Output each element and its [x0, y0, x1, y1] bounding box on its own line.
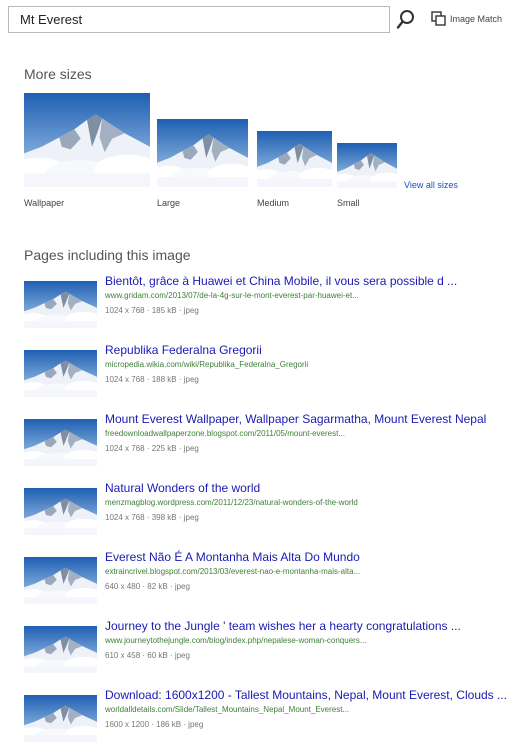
result-url: menzmagblog.wordpress.com/2011/12/23/nat…	[105, 498, 358, 507]
result-title[interactable]: Journey to the Jungle ' team wishes her …	[105, 619, 461, 633]
result-url: worldalldetails.com/Slide/Tallest_Mounta…	[105, 705, 350, 714]
image-match-label: Image Match	[450, 14, 503, 24]
search-icon[interactable]	[395, 8, 417, 30]
result-thumbnail[interactable]	[24, 626, 97, 673]
view-all-sizes-link[interactable]: View all sizes	[404, 180, 458, 190]
image-match-button[interactable]: Image Match	[431, 11, 502, 27]
result-thumbnail[interactable]	[24, 350, 97, 397]
result-meta: 610 x 458 · 60 kB · jpeg	[105, 651, 190, 660]
result-item: Everest Não É A Montanha Mais Alta Do Mu…	[24, 550, 509, 608]
result-item: Journey to the Jungle ' team wishes her …	[24, 619, 509, 677]
wallpaper-label: Wallpaper	[24, 198, 65, 208]
result-item: Mount Everest Wallpaper, Wallpaper Sagar…	[24, 412, 509, 470]
result-item: Republika Federalna Gregorii micropedia.…	[24, 343, 509, 401]
result-thumbnail[interactable]	[24, 488, 97, 535]
result-url: micropedia.wikia.com/wiki/Republika_Fede…	[105, 360, 309, 369]
medium-thumbnail[interactable]	[257, 131, 332, 187]
small-thumbnail[interactable]	[337, 143, 397, 188]
image-match-icon	[431, 11, 447, 27]
pages-title: Pages including this image	[24, 247, 191, 263]
result-title[interactable]: Mount Everest Wallpaper, Wallpaper Sagar…	[105, 412, 486, 426]
result-url: freedownloadwallpaperzone.blogspot.com/2…	[105, 429, 345, 438]
search-input[interactable]	[9, 7, 389, 32]
result-url: www.journeytothejungle.com/blog/index.ph…	[105, 636, 367, 645]
result-meta: 1600 x 1200 · 186 kB · jpeg	[105, 720, 204, 729]
result-title[interactable]: Everest Não É A Montanha Mais Alta Do Mu…	[105, 550, 360, 564]
result-meta: 1024 x 768 · 225 kB · jpeg	[105, 444, 199, 453]
large-label: Large	[157, 198, 181, 208]
large-thumbnail[interactable]	[157, 119, 248, 187]
result-title[interactable]: Natural Wonders of the world	[105, 481, 260, 495]
result-item: Download: 1600x1200 - Tallest Mountains,…	[24, 688, 509, 746]
more-sizes-title: More sizes	[24, 66, 92, 82]
small-label: Small	[337, 198, 360, 208]
result-item: Bientôt, grâce à Huawei et China Mobile,…	[24, 274, 509, 332]
result-meta: 1024 x 768 · 398 kB · jpeg	[105, 513, 199, 522]
result-item: Natural Wonders of the world menzmagblog…	[24, 481, 509, 539]
result-url: extraincrivel.blogspot.com/2013/03/evere…	[105, 567, 361, 576]
medium-label: Medium	[257, 198, 290, 208]
result-meta: 1024 x 768 · 185 kB · jpeg	[105, 306, 199, 315]
result-title[interactable]: Bientôt, grâce à Huawei et China Mobile,…	[105, 274, 457, 288]
result-thumbnail[interactable]	[24, 695, 97, 742]
result-thumbnail[interactable]	[24, 557, 97, 604]
result-url: www.gridam.com/2013/07/de-la-4g-sur-le-m…	[105, 291, 359, 300]
search-box[interactable]	[8, 6, 390, 33]
result-thumbnail[interactable]	[24, 281, 97, 328]
result-meta: 1024 x 768 · 188 kB · jpeg	[105, 375, 199, 384]
result-meta: 640 x 480 · 82 kB · jpeg	[105, 582, 190, 591]
result-title[interactable]: Download: 1600x1200 - Tallest Mountains,…	[105, 688, 507, 702]
wallpaper-thumbnail[interactable]	[24, 93, 150, 187]
result-thumbnail[interactable]	[24, 419, 97, 466]
result-title[interactable]: Republika Federalna Gregorii	[105, 343, 262, 357]
